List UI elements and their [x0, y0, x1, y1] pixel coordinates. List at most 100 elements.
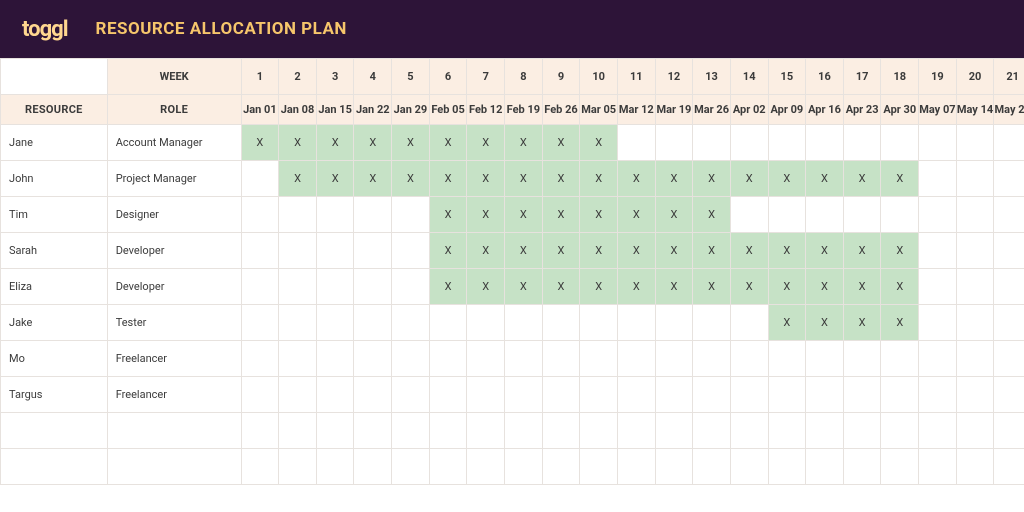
alloc-cell[interactable]: X [655, 161, 693, 197]
resource-role[interactable]: Tester [107, 305, 241, 341]
empty-cell[interactable] [580, 413, 618, 449]
alloc-cell[interactable] [919, 125, 957, 161]
resource-role[interactable]: Designer [107, 197, 241, 233]
alloc-cell[interactable] [279, 233, 317, 269]
empty-cell[interactable] [107, 413, 241, 449]
alloc-cell[interactable] [956, 341, 994, 377]
alloc-cell[interactable]: X [881, 161, 919, 197]
alloc-cell[interactable]: X [429, 125, 467, 161]
alloc-cell[interactable]: X [316, 161, 354, 197]
alloc-cell[interactable]: X [241, 125, 279, 161]
alloc-cell[interactable] [919, 197, 957, 233]
empty-cell[interactable] [467, 449, 505, 485]
alloc-cell[interactable]: X [843, 305, 881, 341]
alloc-cell[interactable]: X [806, 269, 844, 305]
empty-cell[interactable] [241, 449, 279, 485]
alloc-cell[interactable] [655, 125, 693, 161]
alloc-cell[interactable] [617, 377, 655, 413]
alloc-cell[interactable] [617, 305, 655, 341]
alloc-cell[interactable] [429, 377, 467, 413]
alloc-cell[interactable] [956, 305, 994, 341]
alloc-cell[interactable] [542, 377, 580, 413]
alloc-cell[interactable] [919, 305, 957, 341]
empty-cell[interactable] [505, 449, 543, 485]
empty-cell[interactable] [655, 449, 693, 485]
alloc-cell[interactable]: X [881, 269, 919, 305]
alloc-cell[interactable] [956, 197, 994, 233]
alloc-cell[interactable] [655, 377, 693, 413]
alloc-cell[interactable]: X [580, 233, 618, 269]
alloc-cell[interactable]: X [392, 125, 430, 161]
empty-cell[interactable] [542, 413, 580, 449]
alloc-cell[interactable] [693, 125, 731, 161]
alloc-cell[interactable] [316, 377, 354, 413]
resource-name[interactable]: Jane [1, 125, 108, 161]
alloc-cell[interactable]: X [768, 305, 806, 341]
alloc-cell[interactable] [730, 341, 768, 377]
alloc-cell[interactable]: X [693, 269, 731, 305]
alloc-cell[interactable] [241, 161, 279, 197]
alloc-cell[interactable] [994, 161, 1024, 197]
alloc-cell[interactable] [768, 341, 806, 377]
resource-name[interactable]: Sarah [1, 233, 108, 269]
alloc-cell[interactable] [730, 125, 768, 161]
alloc-cell[interactable] [806, 341, 844, 377]
empty-cell[interactable] [919, 413, 957, 449]
alloc-cell[interactable] [994, 233, 1024, 269]
alloc-cell[interactable] [580, 305, 618, 341]
empty-cell[interactable] [881, 413, 919, 449]
alloc-cell[interactable]: X [806, 305, 844, 341]
alloc-cell[interactable] [655, 305, 693, 341]
alloc-cell[interactable] [354, 197, 392, 233]
alloc-cell[interactable]: X [843, 233, 881, 269]
alloc-cell[interactable] [806, 377, 844, 413]
alloc-cell[interactable] [429, 341, 467, 377]
alloc-cell[interactable] [881, 341, 919, 377]
empty-cell[interactable] [956, 413, 994, 449]
empty-cell[interactable] [655, 413, 693, 449]
alloc-cell[interactable] [843, 377, 881, 413]
alloc-cell[interactable] [693, 305, 731, 341]
alloc-cell[interactable]: X [617, 161, 655, 197]
alloc-cell[interactable]: X [806, 161, 844, 197]
alloc-cell[interactable] [429, 305, 467, 341]
alloc-cell[interactable] [693, 341, 731, 377]
alloc-cell[interactable] [279, 341, 317, 377]
alloc-cell[interactable]: X [843, 269, 881, 305]
alloc-cell[interactable] [316, 305, 354, 341]
alloc-cell[interactable]: X [693, 197, 731, 233]
alloc-cell[interactable] [730, 305, 768, 341]
alloc-cell[interactable] [354, 269, 392, 305]
empty-cell[interactable] [806, 413, 844, 449]
empty-cell[interactable] [392, 413, 430, 449]
empty-cell[interactable] [542, 449, 580, 485]
alloc-cell[interactable]: X [505, 269, 543, 305]
empty-cell[interactable] [730, 449, 768, 485]
alloc-cell[interactable]: X [467, 269, 505, 305]
resource-role[interactable]: Account Manager [107, 125, 241, 161]
alloc-cell[interactable]: X [279, 161, 317, 197]
alloc-cell[interactable]: X [580, 125, 618, 161]
alloc-cell[interactable] [919, 269, 957, 305]
alloc-cell[interactable] [241, 197, 279, 233]
alloc-cell[interactable] [580, 341, 618, 377]
empty-cell[interactable] [316, 449, 354, 485]
alloc-cell[interactable] [241, 269, 279, 305]
empty-cell[interactable] [580, 449, 618, 485]
alloc-cell[interactable] [730, 197, 768, 233]
alloc-cell[interactable] [956, 125, 994, 161]
alloc-cell[interactable] [806, 197, 844, 233]
alloc-cell[interactable] [316, 233, 354, 269]
empty-cell[interactable] [956, 449, 994, 485]
alloc-cell[interactable] [505, 305, 543, 341]
resource-role[interactable]: Developer [107, 269, 241, 305]
empty-cell[interactable] [994, 413, 1024, 449]
alloc-cell[interactable] [316, 197, 354, 233]
resource-name[interactable]: John [1, 161, 108, 197]
alloc-cell[interactable] [241, 377, 279, 413]
alloc-cell[interactable]: X [429, 233, 467, 269]
alloc-cell[interactable] [467, 341, 505, 377]
alloc-cell[interactable]: X [542, 269, 580, 305]
alloc-cell[interactable] [241, 233, 279, 269]
alloc-cell[interactable]: X [617, 269, 655, 305]
